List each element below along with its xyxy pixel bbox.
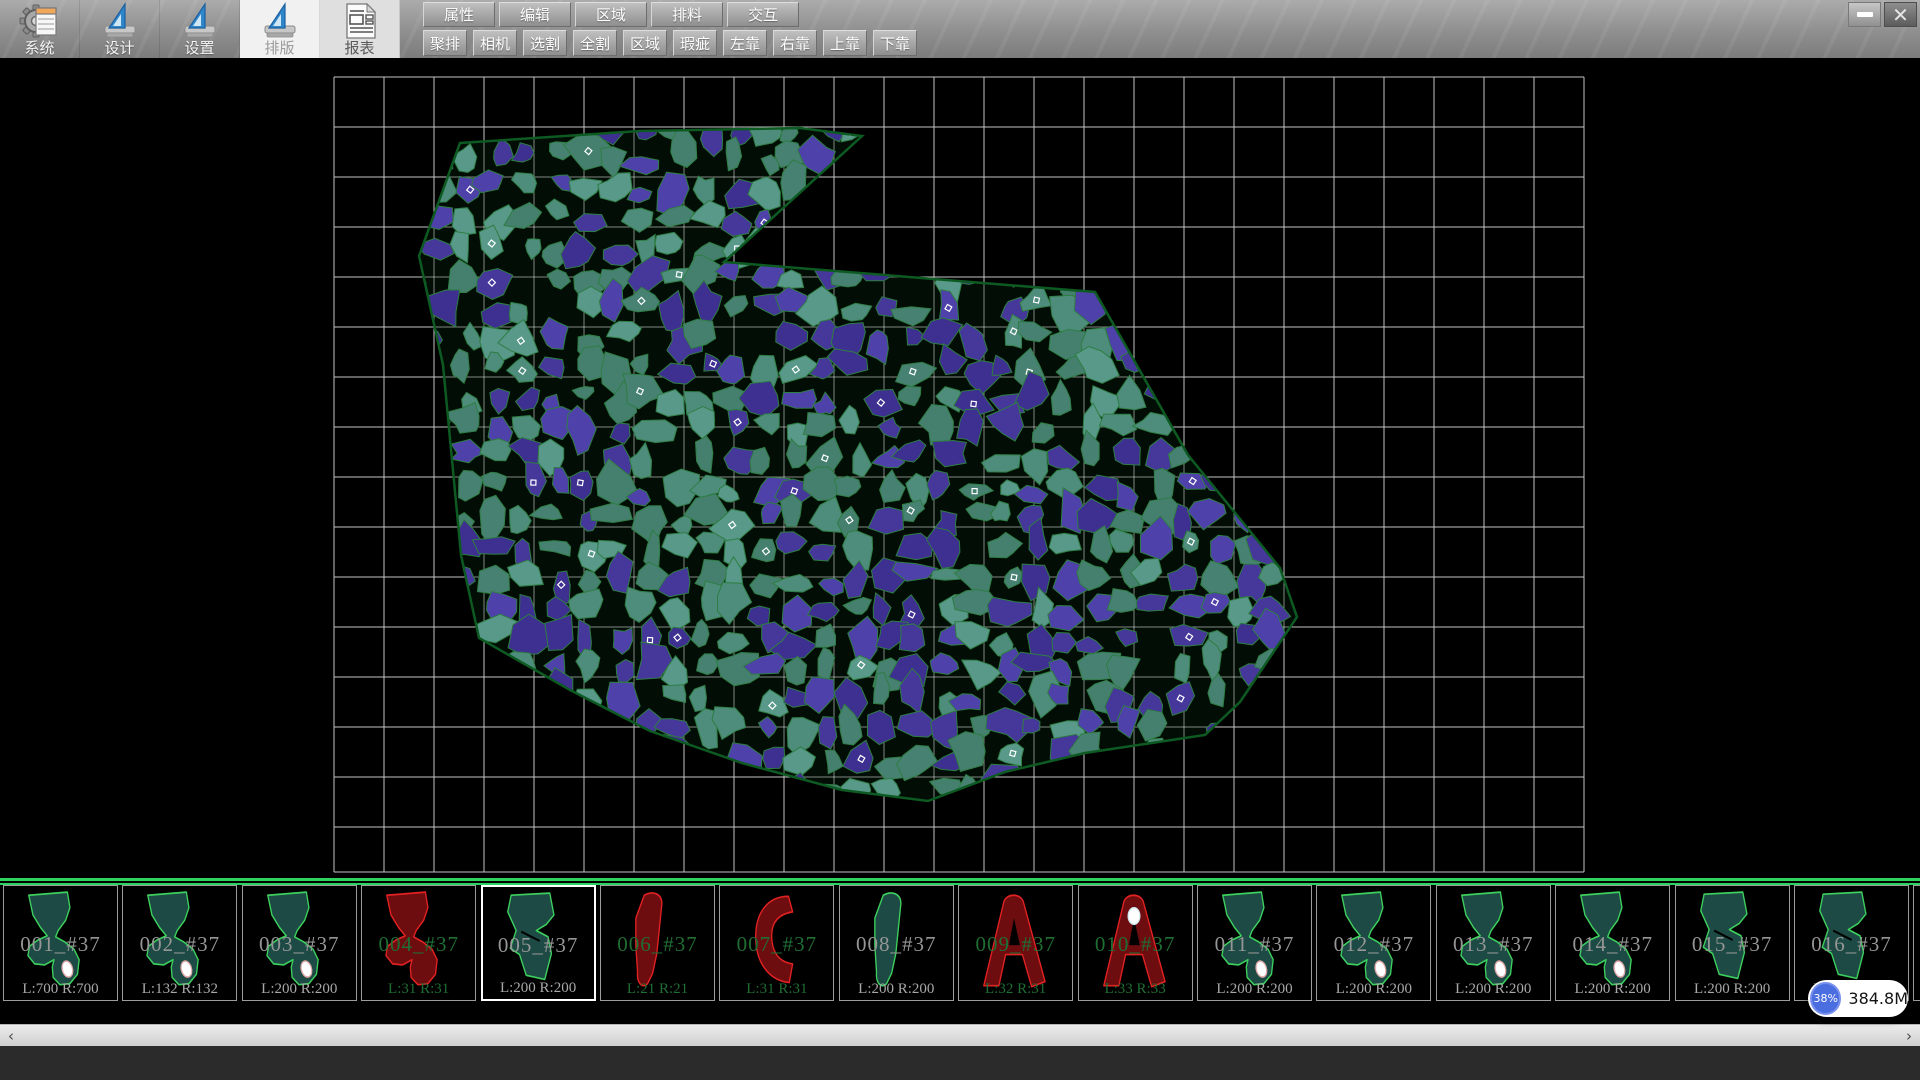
part-lr-count: L:31 R:31 [720, 981, 833, 998]
nesting-canvas[interactable] [0, 58, 1920, 878]
part-number-label: 008_#37 [840, 932, 953, 957]
part-lr-count: L:200 R:200 [483, 980, 594, 997]
system-gear-icon [19, 2, 61, 40]
part-number-label: 015_#37 [1676, 932, 1789, 957]
part-thumbnail[interactable]: 014_#37 L:200 R:200 [1555, 885, 1670, 1001]
minimize-icon [1857, 12, 1873, 17]
tool-button[interactable]: 左靠 [723, 30, 767, 56]
part-number-label: 012_#37 [1317, 932, 1430, 957]
part-thumbnail[interactable]: 004_#37 L:31 R:31 [361, 885, 476, 1001]
app-toolbar-big-buttons: 系统 设计 设置 排版 报表 [0, 0, 400, 58]
part-thumbnail[interactable]: 015_#37 L:200 R:200 [1675, 885, 1790, 1001]
part-lr-count: L:200 R:200 [1676, 981, 1789, 998]
part-number-label: 011_#37 [1198, 932, 1311, 957]
part-lr-count: L:31 R:31 [362, 981, 475, 998]
memory-usage-badge: 38% 384.8M [1808, 980, 1908, 1017]
part-lr-count: L:700 R:700 [4, 981, 117, 998]
part-thumbnail[interactable]: 002_#37 L:132 R:132 [122, 885, 237, 1001]
menu-button[interactable]: 区域 [575, 2, 647, 27]
app-window: 系统设计设置排版报表 属性编辑区域排料交互 聚排相机选割全割区域瑕疵左靠右靠上靠… [0, 0, 1920, 1080]
menu-button[interactable]: 交互 [727, 2, 799, 27]
part-lr-count: L:200 R:200 [1198, 981, 1311, 998]
tool-button[interactable]: 瑕疵 [673, 30, 717, 56]
tool-button[interactable]: 右靠 [773, 30, 817, 56]
minimize-button[interactable] [1848, 2, 1881, 27]
design-ruler-icon [99, 2, 141, 40]
part-thumbnail[interactable]: 003_#37 L:200 R:200 [242, 885, 357, 1001]
part-thumbnail[interactable]: 009_#37 L:32 R:31 [958, 885, 1073, 1001]
part-number-label: 009_#37 [959, 932, 1072, 957]
part-number-label: 007_#37 [720, 932, 833, 957]
close-icon: ✕ [1892, 5, 1909, 25]
window-controls: ✕ [1848, 2, 1917, 27]
part-thumbnail[interactable]: 012_#37 L:200 R:200 [1316, 885, 1431, 1001]
part-thumbnail[interactable]: 008_#37 L:200 R:200 [839, 885, 954, 1001]
part-number-label: 002_#37 [123, 932, 236, 957]
part-lr-count: L:21 R:21 [601, 981, 714, 998]
part-thumbnail[interactable] [1913, 885, 1920, 1001]
big-button-system-gear[interactable]: 系统 [0, 0, 80, 58]
part-lr-count: L:200 R:200 [840, 981, 953, 998]
part-lr-count: L:200 R:200 [243, 981, 356, 998]
part-thumbnail[interactable]: 006_#37 L:21 R:21 [600, 885, 715, 1001]
part-lr-count: L:132 R:132 [123, 981, 236, 998]
part-lr-count: L:32 R:31 [959, 981, 1072, 998]
part-number-label: 014_#37 [1556, 932, 1669, 957]
tool-button[interactable]: 下靠 [873, 30, 917, 56]
part-thumbnail[interactable]: 011_#37 L:200 R:200 [1197, 885, 1312, 1001]
part-thumbnail[interactable]: 007_#37 L:31 R:31 [719, 885, 834, 1001]
part-thumbnail[interactable]: 010_#37 L:33 R:33 [1078, 885, 1193, 1001]
memory-percent-label: 38% [1813, 992, 1837, 1005]
tool-button[interactable]: 相机 [473, 30, 517, 56]
layout-ruler-icon [259, 2, 301, 40]
tool-button[interactable]: 区域 [623, 30, 667, 56]
part-number-label: 016_#37 [1795, 932, 1908, 957]
close-button[interactable]: ✕ [1884, 2, 1917, 27]
part-lr-count: L:33 R:33 [1079, 981, 1192, 998]
big-button-label: 设置 [184, 40, 214, 56]
part-number-label: 001_#37 [4, 932, 117, 957]
part-number-label: 005_#37 [483, 933, 594, 958]
big-button-label: 报表 [344, 40, 374, 56]
part-thumbnail[interactable]: 001_#37 L:700 R:700 [3, 885, 118, 1001]
settings-ruler-icon [179, 2, 221, 40]
memory-size-label: 384.8M [1848, 989, 1908, 1008]
part-number-label: 003_#37 [243, 932, 356, 957]
big-button-label: 系统 [24, 40, 54, 56]
scroll-right-arrow[interactable]: › [1898, 1025, 1920, 1047]
menu-button[interactable]: 属性 [423, 2, 495, 27]
part-thumbnail[interactable]: 013_#37 L:200 R:200 [1436, 885, 1551, 1001]
big-button-layout-ruler[interactable]: 排版 [240, 0, 320, 58]
menu-row-primary: 属性编辑区域排料交互 [423, 2, 799, 27]
big-button-settings-ruler[interactable]: 设置 [160, 0, 240, 58]
big-button-label: 排版 [264, 40, 294, 56]
part-number-label: 013_#37 [1437, 932, 1550, 957]
tool-button[interactable]: 选割 [523, 30, 567, 56]
part-number-label: 004_#37 [362, 932, 475, 957]
part-lr-count: L:200 R:200 [1437, 981, 1550, 998]
part-number-label: 010_#37 [1079, 932, 1192, 957]
big-button-report-doc[interactable]: 报表 [320, 0, 400, 58]
report-doc-icon [339, 2, 381, 40]
memory-percent-indicator: 38% [1810, 982, 1841, 1015]
tool-button[interactable]: 全割 [573, 30, 617, 56]
menu-row-tools: 聚排相机选割全割区域瑕疵左靠右靠上靠下靠 [423, 30, 917, 56]
tool-button[interactable]: 上靠 [823, 30, 867, 56]
tool-button[interactable]: 聚排 [423, 30, 467, 56]
bottom-band [0, 1046, 1920, 1080]
horizontal-scrollbar[interactable]: ‹ › [0, 1024, 1920, 1046]
part-number-label: 006_#37 [601, 932, 714, 957]
scroll-left-arrow[interactable]: ‹ [0, 1025, 22, 1047]
part-lr-count: L:200 R:200 [1317, 981, 1430, 998]
menu-button[interactable]: 编辑 [499, 2, 571, 27]
part-thumbnail[interactable]: 005_#37 L:200 R:200 [481, 885, 596, 1001]
strip-top-line [0, 878, 1920, 881]
part-lr-count: L:200 R:200 [1556, 981, 1669, 998]
part-thumbnail-strip: 001_#37 L:700 R:700 002_#37 L:132 R:132 003_… [0, 878, 1920, 1024]
big-button-design-ruler[interactable]: 设计 [80, 0, 160, 58]
big-button-label: 设计 [104, 40, 134, 56]
menu-button[interactable]: 排料 [651, 2, 723, 27]
